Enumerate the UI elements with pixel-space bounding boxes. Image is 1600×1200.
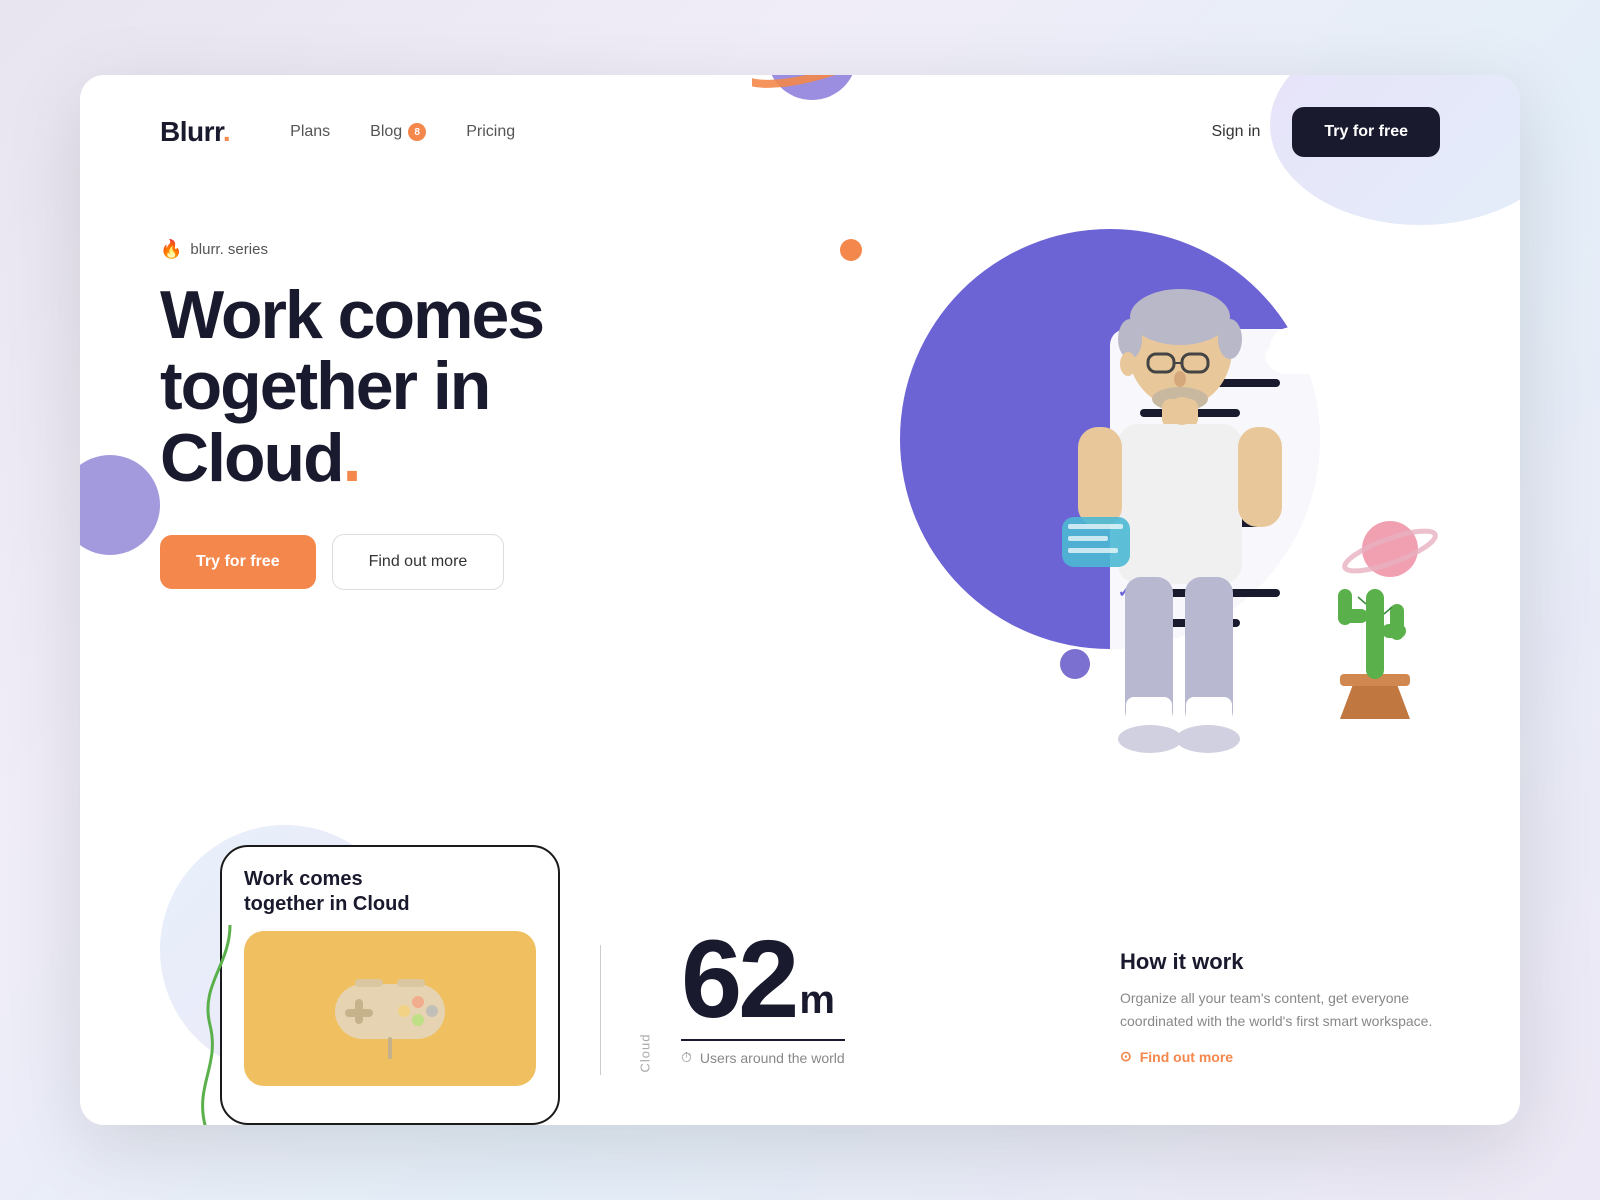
- phone-card-title: Work comes together in Cloud: [244, 867, 536, 917]
- hero-right: ✓ ✓ ✓: [680, 209, 1440, 769]
- stats-unit: m: [799, 980, 835, 1020]
- stat-number-block: 62 m ⏱ Users around the world: [651, 925, 845, 1066]
- cable-decoration: [190, 925, 250, 1125]
- logo-text: Blurr: [160, 116, 223, 147]
- stats-description: Users around the world: [700, 1050, 845, 1066]
- cactus-decoration: [1330, 559, 1420, 719]
- hero-section: 🔥 blurr. series Work comes together in C…: [80, 189, 1520, 769]
- nav-right: Sign in Try for free: [1211, 107, 1440, 157]
- signin-link[interactable]: Sign in: [1211, 123, 1260, 141]
- stats-area: Cloud 62 m ⏱ Users around the world: [600, 925, 845, 1075]
- hero-title-line2: together in: [160, 348, 489, 424]
- how-it-works-title: How it work: [1120, 949, 1440, 975]
- series-label-text: blurr. series: [190, 241, 268, 258]
- nav-blog-label: Blog: [370, 123, 402, 141]
- planet-top-decoration: [752, 75, 872, 115]
- hero-buttons: Try for free Find out more: [160, 534, 680, 590]
- dot-orange-large: [840, 239, 862, 261]
- hero-title-line3: Cloud: [160, 420, 343, 496]
- phone-card: Work comes together in Cloud: [220, 845, 560, 1125]
- how-it-works-link-label: Find out more: [1140, 1049, 1233, 1065]
- how-it-works-link[interactable]: ⊙ Find out more: [1120, 1048, 1440, 1065]
- circle-arrow-icon: ⊙: [1120, 1048, 1132, 1065]
- nav-blog[interactable]: Blog 8: [370, 123, 426, 141]
- character-3d: [1030, 259, 1330, 809]
- hero-title: Work comes together in Cloud.: [160, 280, 680, 494]
- hero-left: 🔥 blurr. series Work comes together in C…: [160, 209, 680, 769]
- nav-pricing[interactable]: Pricing: [466, 123, 515, 141]
- try-free-nav-button[interactable]: Try for free: [1292, 107, 1440, 157]
- phone-mockup: Work comes together in Cloud: [220, 845, 560, 1125]
- page-wrapper: Blurr. Plans Blog 8 Pricing Sign in Try …: [80, 75, 1520, 1125]
- hero-title-line1: Work comes: [160, 277, 543, 353]
- cloud-left-decoration: [710, 479, 830, 559]
- clock-icon: ⏱: [681, 1049, 692, 1066]
- fire-icon: 🔥: [160, 239, 182, 260]
- phone-inner-card: [244, 931, 536, 1086]
- series-label: 🔥 blurr. series: [160, 239, 680, 260]
- logo[interactable]: Blurr.: [160, 116, 230, 148]
- controller-icon: [320, 959, 460, 1059]
- how-it-works-section: How it work Organize all your team's con…: [1120, 889, 1440, 1065]
- hero-title-dot: .: [343, 420, 360, 496]
- how-it-works-description: Organize all your team's content, get ev…: [1120, 987, 1440, 1032]
- stats-number: 62: [681, 925, 795, 1035]
- nav-links: Plans Blog 8 Pricing: [290, 123, 1211, 141]
- try-free-hero-button[interactable]: Try for free: [160, 535, 316, 589]
- logo-dot: .: [223, 116, 230, 147]
- blog-notification-badge: 8: [408, 123, 426, 141]
- stats-divider: Cloud: [600, 945, 601, 1075]
- nav-plans[interactable]: Plans: [290, 123, 330, 141]
- find-out-button[interactable]: Find out more: [332, 534, 505, 590]
